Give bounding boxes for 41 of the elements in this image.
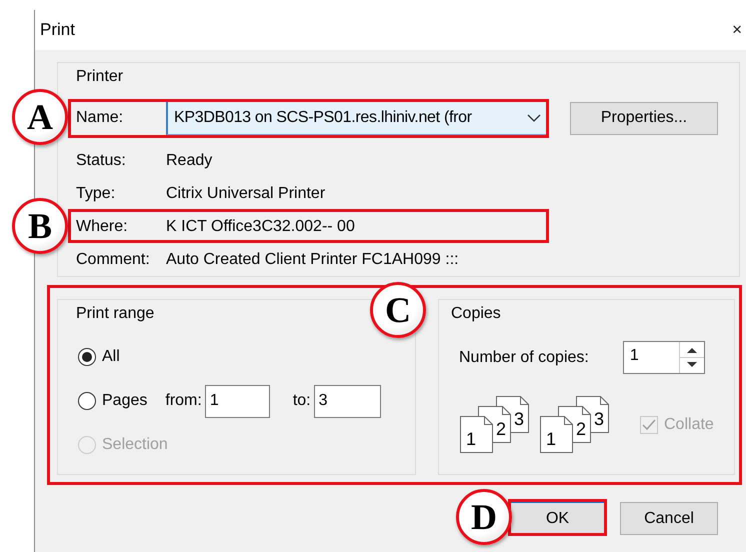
radio-button[interactable] (78, 392, 96, 410)
printer-dropdown[interactable]: KP3DB013 on SCS-PS01.res.lhiniv.net (fror (166, 101, 548, 135)
checkbox-label: Collate (664, 416, 714, 434)
group-title: Printer (76, 67, 124, 87)
field-label: from: (165, 392, 202, 410)
group-title: Print range (76, 304, 154, 324)
callout-badge: B (12, 198, 68, 254)
info-label: Status: (76, 152, 127, 170)
page-number: 3 (514, 410, 524, 428)
page-stack-drawing (540, 396, 609, 453)
field-label: Number of copies: (459, 348, 589, 366)
window-title: Print (40, 20, 75, 40)
radio-label[interactable]: All (102, 348, 120, 366)
info-value: K ICT Office3C32.002-- 00 (166, 218, 355, 236)
page-stack-drawing (460, 396, 529, 453)
field-label: Name: (76, 109, 124, 127)
to-field[interactable]: 3 (314, 384, 381, 418)
properties-button[interactable]: Properties... (570, 102, 718, 134)
info-value: Auto Created Client Printer FC1AH099 ::: (166, 250, 459, 268)
radio-label: Selection (102, 436, 168, 454)
radio-button[interactable] (78, 348, 96, 366)
chevron-down-icon (527, 114, 541, 122)
page-number: 2 (496, 420, 506, 438)
info-value: Ready (166, 152, 212, 170)
radio-label[interactable]: Pages (102, 392, 148, 410)
info-label: Where: (76, 218, 129, 236)
from-field[interactable]: 1 (204, 384, 270, 418)
group-title: Copies (451, 304, 501, 324)
page-number: 2 (576, 420, 586, 438)
ok-button[interactable]: OK (510, 502, 605, 535)
callout-badge: A (12, 89, 68, 145)
close-button[interactable]: × (732, 17, 742, 43)
info-label: Type: (76, 184, 116, 202)
page-number: 3 (594, 410, 604, 428)
page-number: 1 (466, 430, 476, 448)
copies-spinner[interactable]: 1 (622, 341, 705, 374)
info-label: Comment: (76, 250, 151, 268)
page-number: 1 (546, 430, 556, 448)
cancel-button[interactable]: Cancel (620, 502, 718, 535)
field-label: to: (292, 392, 311, 410)
info-value: Citrix Universal Printer (166, 184, 326, 202)
